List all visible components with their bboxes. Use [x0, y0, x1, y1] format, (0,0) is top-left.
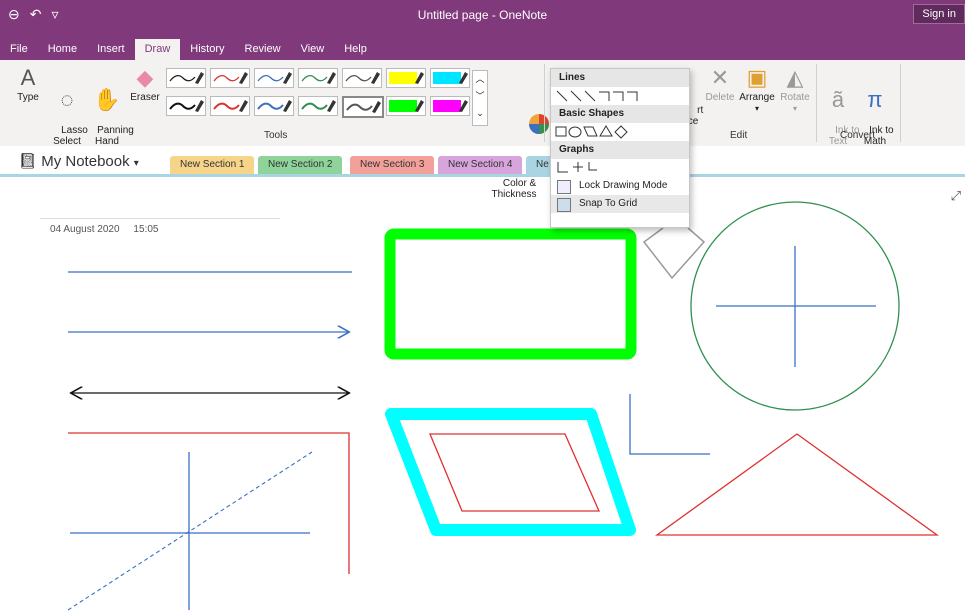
basic-shapes-header: Basic Shapes [551, 105, 689, 123]
graphs-row [551, 159, 689, 177]
shape-parallelogram[interactable] [583, 126, 598, 137]
shape-line[interactable] [556, 90, 568, 102]
shape-corner-line[interactable] [599, 91, 610, 101]
shape-double-arrow[interactable] [584, 90, 596, 102]
lines-header: Lines [551, 69, 689, 87]
shape-graph-3d[interactable] [588, 162, 597, 171]
ink-canvas[interactable] [0, 0, 965, 613]
blue-l-shape[interactable] [629, 394, 710, 455]
gray-diamond[interactable] [642, 227, 706, 280]
shape-triangle[interactable] [599, 125, 613, 137]
lock-icon [557, 180, 571, 194]
shape-graph-2d[interactable] [557, 162, 568, 173]
lines-row [551, 87, 689, 105]
shape-arrow[interactable] [570, 90, 582, 102]
grid-icon [557, 198, 571, 212]
red-corner-line[interactable] [68, 432, 350, 574]
green-rectangle[interactable] [384, 228, 637, 360]
shape-ellipse[interactable] [568, 126, 582, 138]
shape-diamond[interactable] [614, 125, 628, 139]
basic-shapes-row [551, 123, 689, 141]
red-parallelogram[interactable] [429, 433, 600, 512]
shape-rectangle[interactable] [555, 126, 567, 137]
red-triangle[interactable] [654, 433, 940, 536]
shape-corner-arrow[interactable] [613, 91, 624, 101]
cyan-parallelogram[interactable] [385, 408, 636, 536]
lock-drawing-mode[interactable]: Lock Drawing Mode [551, 177, 689, 195]
shapes-dropdown: Lines Basic Shapes Graphs Lock Drawing M… [550, 68, 690, 228]
graphs-header: Graphs [551, 141, 689, 159]
snap-to-grid-label: Snap To Grid [579, 198, 638, 209]
lock-drawing-label: Lock Drawing Mode [579, 180, 668, 191]
snap-to-grid[interactable]: Snap To Grid [551, 195, 689, 213]
dashed-line[interactable] [67, 451, 313, 611]
shape-corner-double-arrow[interactable] [627, 91, 638, 101]
